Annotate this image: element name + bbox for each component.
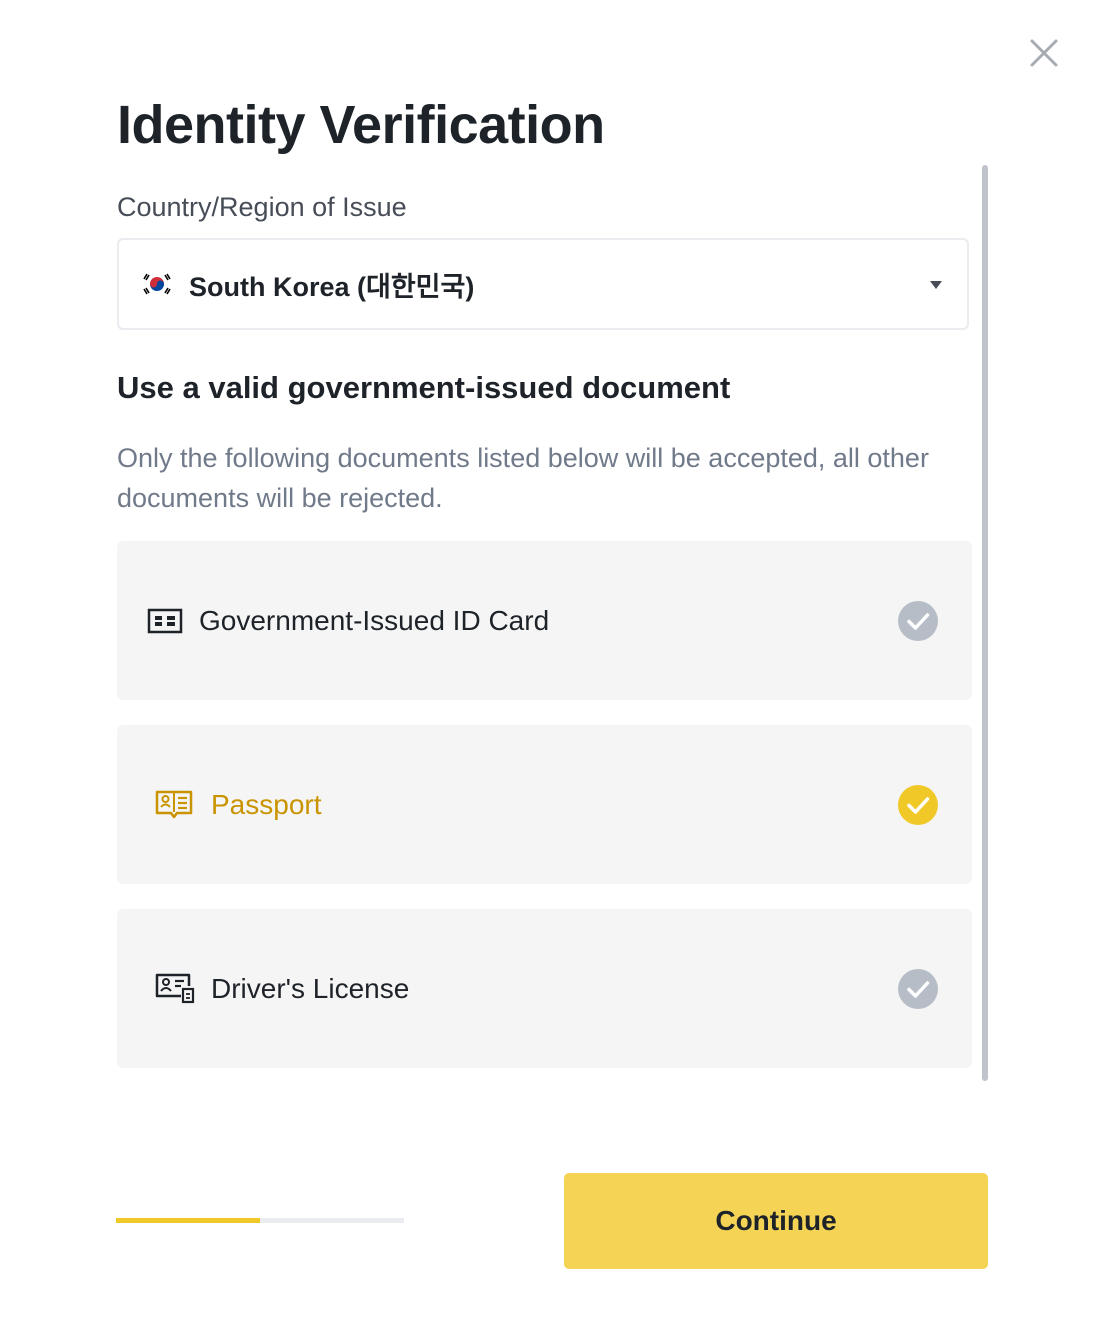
close-icon — [1030, 39, 1058, 67]
document-option-passport[interactable]: Passport — [117, 725, 972, 884]
progress-bar-fill — [116, 1218, 260, 1223]
check-circle-icon — [898, 601, 938, 641]
scrollbar[interactable] — [982, 165, 988, 1081]
document-option-label: Government-Issued ID Card — [199, 605, 550, 636]
country-label: Country/Region of Issue — [117, 192, 407, 222]
check-circle-icon — [898, 969, 938, 1009]
page-title: Identity Verification — [117, 95, 605, 155]
drivers-license-icon — [155, 973, 195, 1004]
progress-bar — [116, 1218, 404, 1223]
documents-heading: Use a valid government-issued document — [117, 370, 731, 405]
document-option-id-card[interactable]: Government-Issued ID Card — [117, 541, 972, 700]
continue-button[interactable]: Continue — [564, 1173, 988, 1269]
passport-icon — [155, 790, 193, 819]
document-option-label: Passport — [211, 789, 322, 820]
documents-description: Only the following documents listed belo… — [117, 443, 929, 513]
caret-down-icon — [930, 281, 942, 289]
document-option-label: Driver's License — [211, 973, 410, 1004]
close-button[interactable] — [1024, 33, 1064, 73]
south-korea-flag-icon — [142, 269, 172, 299]
country-select[interactable]: South Korea (대한민국) — [117, 238, 969, 330]
check-circle-icon — [898, 785, 938, 825]
document-option-drivers-license[interactable]: Driver's License — [117, 909, 972, 1068]
id-card-icon — [147, 608, 183, 634]
country-value: South Korea (대한민국) — [189, 271, 475, 302]
